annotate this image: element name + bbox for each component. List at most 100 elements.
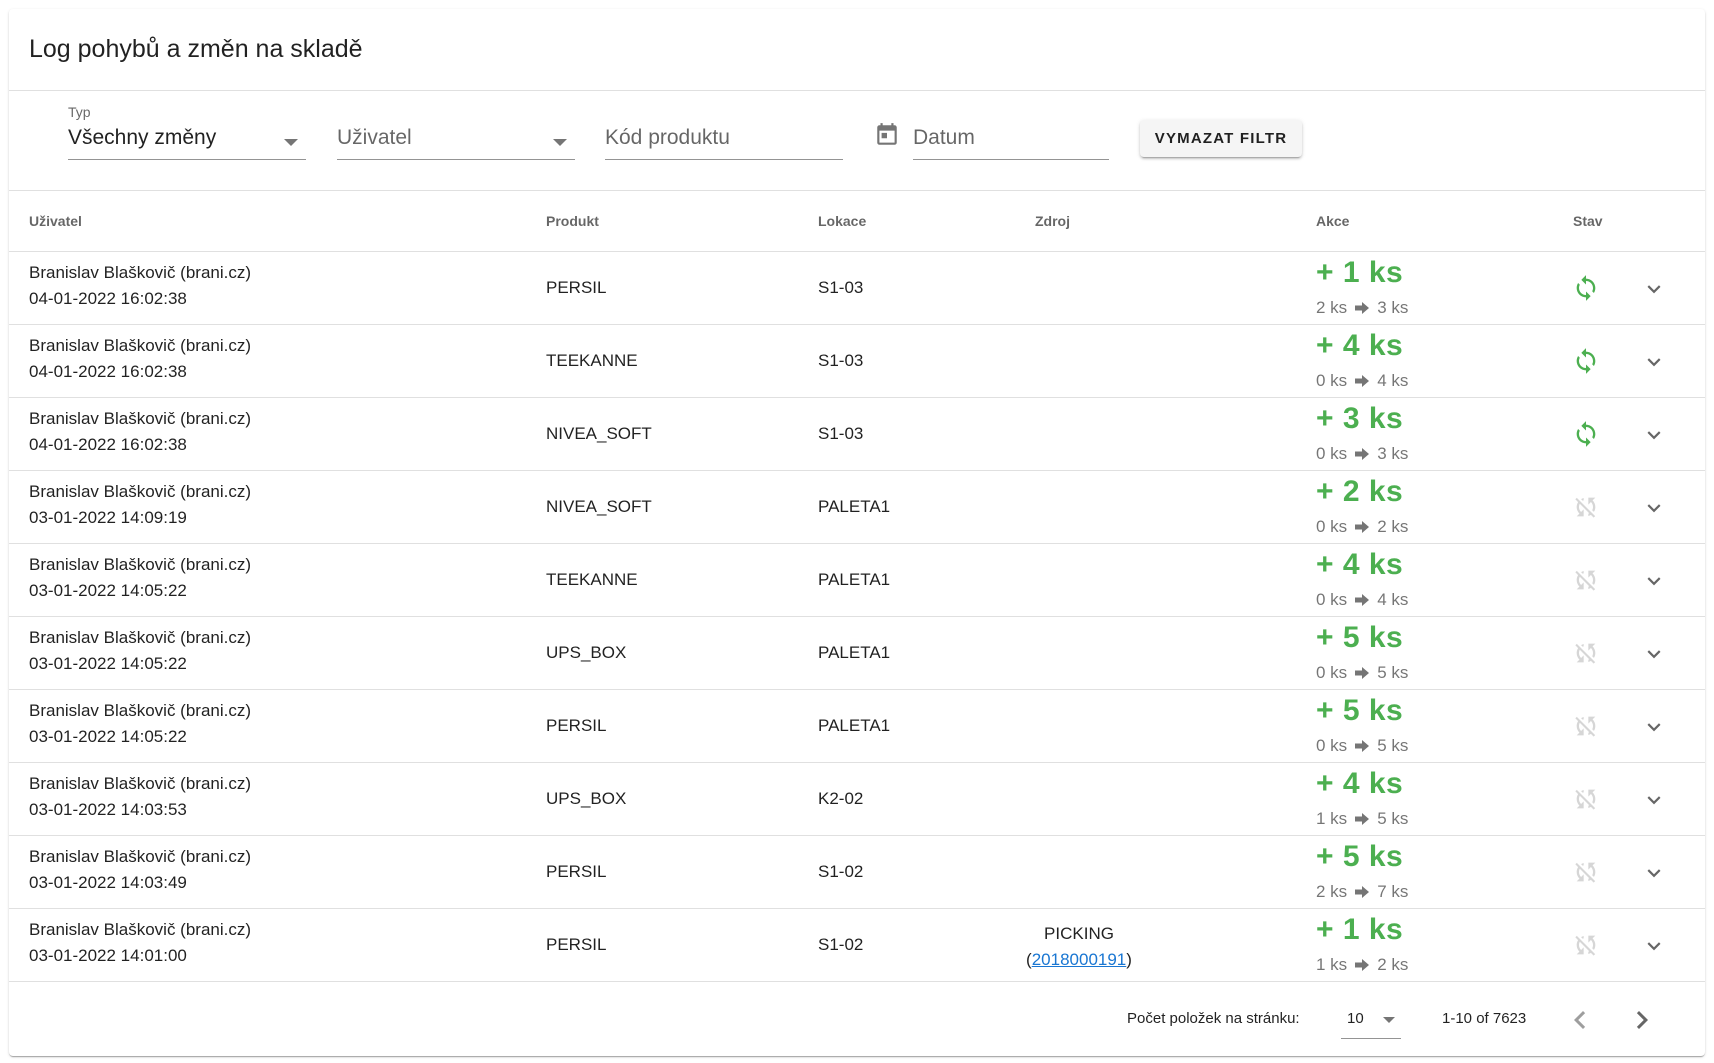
chevron-down-icon[interactable]	[1641, 641, 1667, 667]
chevron-down-icon[interactable]	[1641, 422, 1667, 448]
header-state[interactable]: Stav	[1573, 213, 1603, 229]
header-location[interactable]: Lokace	[818, 213, 866, 229]
arrow-right-icon	[1355, 740, 1370, 752]
row-date: 03-01-2022 14:05:22	[29, 654, 187, 673]
row-location: K2-02	[818, 789, 864, 808]
row-product: TEEKANNE	[546, 351, 638, 370]
arrow-right-icon	[1355, 813, 1370, 825]
row-qty-to: 3 ks	[1377, 444, 1409, 463]
calendar-icon[interactable]	[874, 121, 900, 149]
table-row[interactable]: Branislav Blaškovič (brani.cz) 03-01-202…	[9, 909, 1705, 982]
row-date: 03-01-2022 14:01:00	[29, 946, 187, 965]
caret-down-icon	[284, 139, 298, 146]
row-location: S1-03	[818, 278, 864, 297]
arrow-right-icon	[1355, 886, 1370, 898]
table-row[interactable]: Branislav Blaškovič (brani.cz) 03-01-202…	[9, 690, 1705, 763]
table-row[interactable]: Branislav Blaškovič (brani.cz) 04-01-202…	[9, 252, 1705, 325]
table-row[interactable]: Branislav Blaškovič (brani.cz) 03-01-202…	[9, 836, 1705, 909]
row-action: + 5 ks	[1316, 840, 1404, 873]
table-row[interactable]: Branislav Blaškovič (brani.cz) 04-01-202…	[9, 398, 1705, 471]
row-location: PALETA1	[818, 643, 891, 662]
row-date: 04-01-2022 16:02:38	[29, 435, 187, 454]
sync-disabled-icon	[1575, 862, 1596, 883]
caret-down-icon	[1383, 1017, 1395, 1023]
row-quantity-change: 0 ks 4 ks	[1316, 590, 1408, 610]
row-action: + 4 ks	[1316, 548, 1404, 581]
header-user[interactable]: Uživatel	[29, 213, 82, 229]
row-user: Branislav Blaškovič (brani.cz)	[29, 263, 252, 282]
type-select-value: Všechny změny	[68, 126, 217, 149]
row-quantity-change: 0 ks 4 ks	[1316, 371, 1408, 391]
row-qty-to: 5 ks	[1377, 809, 1409, 828]
header-product[interactable]: Produkt	[546, 213, 599, 229]
row-quantity-change: 2 ks 7 ks	[1316, 882, 1408, 902]
row-date: 04-01-2022 16:02:38	[29, 362, 187, 381]
chevron-right-icon[interactable]	[1624, 1002, 1660, 1038]
row-qty-from: 0 ks	[1316, 444, 1348, 463]
chevron-down-icon[interactable]	[1641, 276, 1667, 302]
sync-disabled-icon	[1575, 935, 1596, 956]
row-action: + 1 ks	[1316, 913, 1404, 946]
row-user: Branislav Blaškovič (brani.cz)	[29, 920, 252, 939]
header-source[interactable]: Zdroj	[1035, 213, 1070, 229]
sync-disabled-icon	[1575, 570, 1596, 591]
row-product: PERSIL	[546, 862, 607, 881]
row-user: Branislav Blaškovič (brani.cz)	[29, 336, 252, 355]
sync-disabled-icon	[1575, 789, 1596, 810]
row-quantity-change: 0 ks 5 ks	[1316, 736, 1408, 756]
row-qty-from: 1 ks	[1316, 809, 1348, 828]
pagination: Počet položek na stránku: 10 1-10 of 762…	[9, 982, 1705, 1054]
product-code-input[interactable]: Kód produktu	[605, 91, 843, 190]
row-source-link[interactable]: 2018000191	[1032, 950, 1127, 969]
chevron-down-icon[interactable]	[1641, 933, 1667, 959]
arrow-right-icon	[1355, 375, 1370, 387]
row-qty-to: 2 ks	[1377, 517, 1409, 536]
row-qty-from: 0 ks	[1316, 371, 1348, 390]
table-header: Uživatel Produkt Lokace Zdroj Akce Stav	[9, 191, 1705, 252]
chevron-down-icon[interactable]	[1641, 714, 1667, 740]
row-action: + 4 ks	[1316, 329, 1404, 362]
row-qty-from: 2 ks	[1316, 882, 1348, 901]
per-page-value: 10	[1347, 1010, 1364, 1027]
row-date: 03-01-2022 14:05:22	[29, 581, 187, 600]
product-code-placeholder: Kód produktu	[605, 126, 730, 149]
row-action: + 5 ks	[1316, 621, 1404, 654]
row-action: + 2 ks	[1316, 475, 1404, 508]
row-action: + 1 ks	[1316, 256, 1404, 289]
page-range: 1-10 of 7623	[1442, 1010, 1527, 1027]
user-select[interactable]: Uživatel	[337, 91, 575, 190]
row-product: UPS_BOX	[546, 789, 627, 808]
row-location: S1-03	[818, 424, 864, 443]
table-row[interactable]: Branislav Blaškovič (brani.cz) 04-01-202…	[9, 325, 1705, 398]
chevron-down-icon[interactable]	[1641, 349, 1667, 375]
chevron-down-icon[interactable]	[1641, 495, 1667, 521]
table-row[interactable]: Branislav Blaškovič (brani.cz) 03-01-202…	[9, 617, 1705, 690]
clear-filter-button[interactable]: VYMAZAT FILTR	[1140, 120, 1302, 157]
table-row[interactable]: Branislav Blaškovič (brani.cz) 03-01-202…	[9, 544, 1705, 617]
date-input[interactable]: Datum	[913, 91, 1109, 190]
row-qty-from: 2 ks	[1316, 298, 1348, 317]
row-product: NIVEA_SOFT	[546, 497, 652, 516]
chevron-left-icon[interactable]	[1562, 1002, 1598, 1038]
type-select[interactable]: Typ Všechny změny	[68, 91, 306, 190]
chevron-down-icon[interactable]	[1641, 568, 1667, 594]
row-quantity-change: 1 ks 2 ks	[1316, 955, 1408, 975]
page-title: Log pohybů a změn na skladě	[9, 9, 1705, 91]
table-row[interactable]: Branislav Blaškovič (brani.cz) 03-01-202…	[9, 471, 1705, 544]
chevron-down-icon[interactable]	[1641, 860, 1667, 886]
row-location: PALETA1	[818, 570, 891, 589]
filter-bar: Typ Všechny změny Uživatel Kód produktu …	[9, 91, 1705, 191]
row-location: PALETA1	[818, 716, 891, 735]
row-qty-from: 1 ks	[1316, 955, 1348, 974]
per-page-select[interactable]: 10	[1341, 1002, 1401, 1039]
table-row[interactable]: Branislav Blaškovič (brani.cz) 03-01-202…	[9, 763, 1705, 836]
table-body: Branislav Blaškovič (brani.cz) 04-01-202…	[9, 252, 1705, 982]
row-qty-from: 0 ks	[1316, 517, 1348, 536]
row-location: S1-03	[818, 351, 864, 370]
header-action[interactable]: Akce	[1316, 213, 1349, 229]
row-qty-to: 2 ks	[1377, 955, 1409, 974]
chevron-down-icon[interactable]	[1641, 787, 1667, 813]
row-user: Branislav Blaškovič (brani.cz)	[29, 701, 252, 720]
row-action: + 3 ks	[1316, 402, 1404, 435]
caret-down-icon	[553, 139, 567, 146]
